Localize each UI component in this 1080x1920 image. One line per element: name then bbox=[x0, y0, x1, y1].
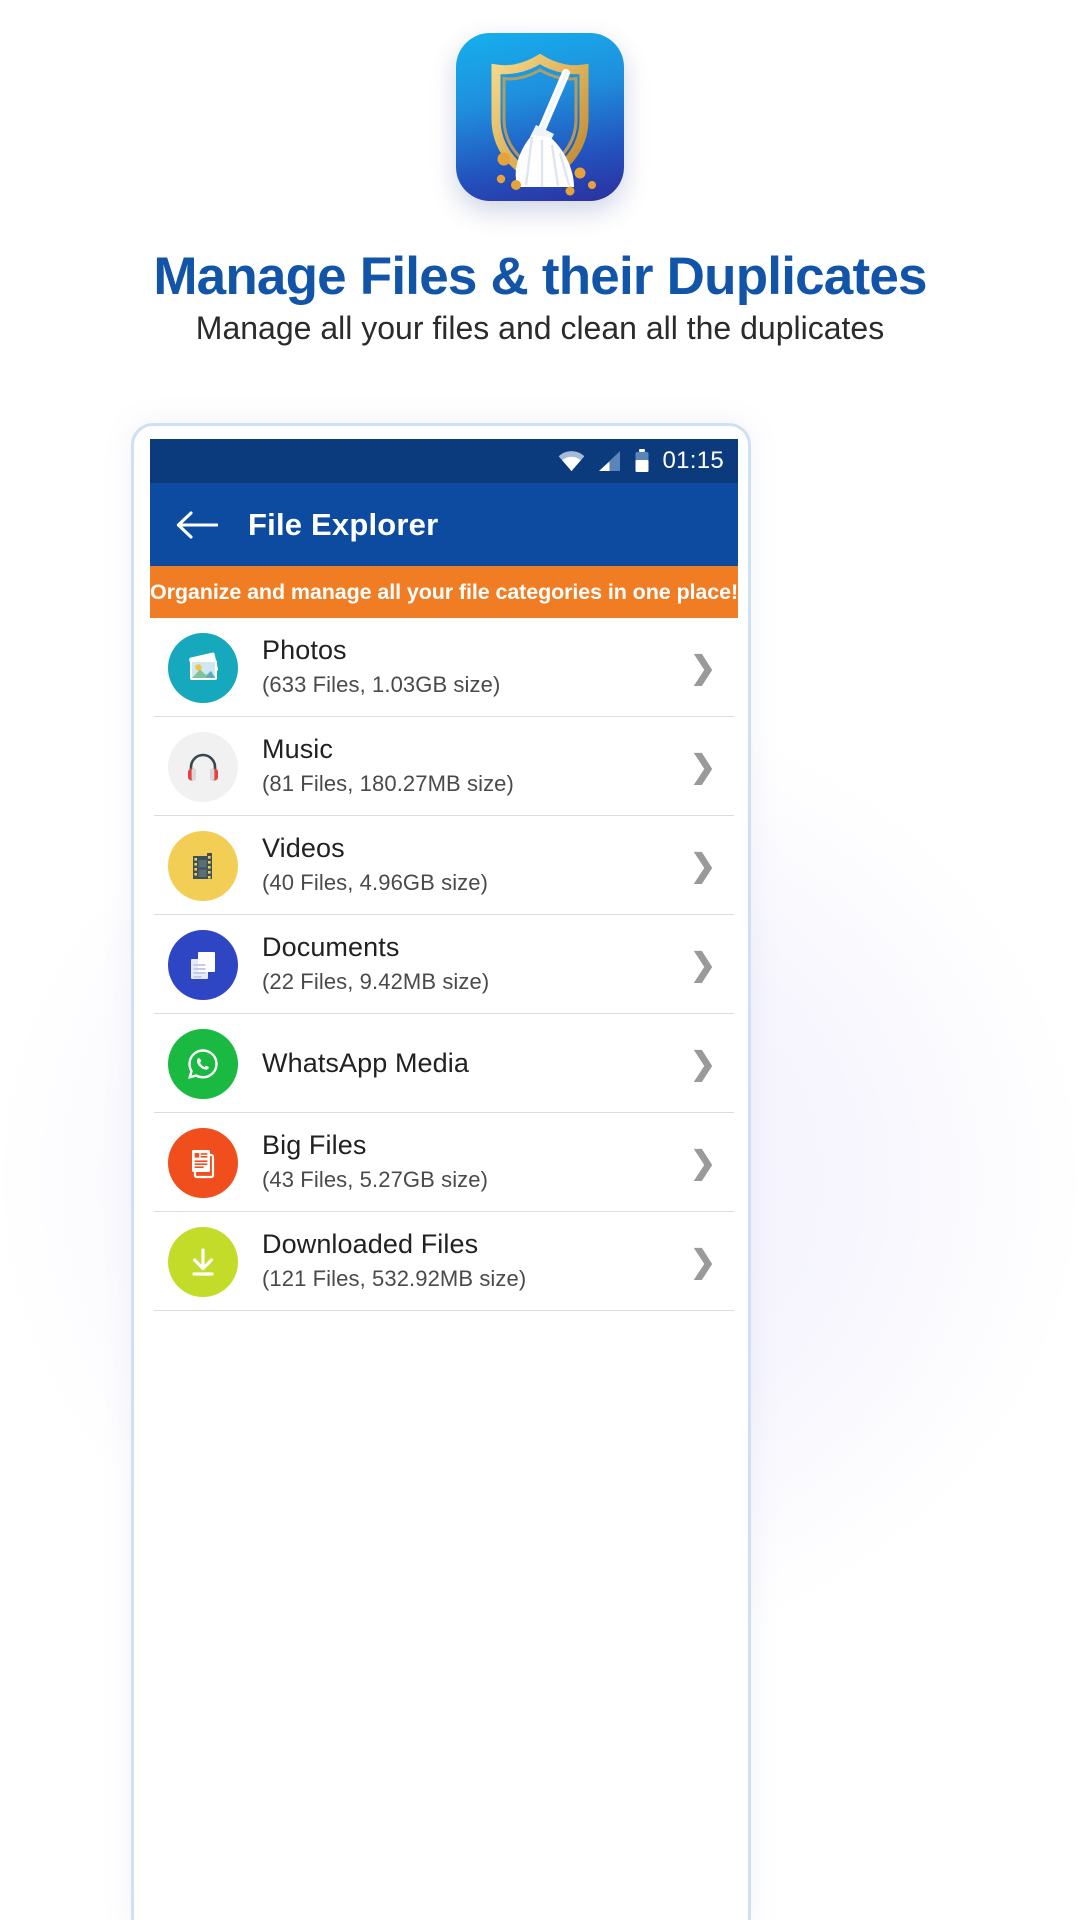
list-item-subtitle: (40 Files, 4.96GB size) bbox=[262, 870, 489, 896]
status-bar-clock: 01:15 bbox=[662, 447, 724, 474]
chevron-right-icon[interactable]: ❯ bbox=[690, 949, 716, 980]
app-bar: File Explorer bbox=[150, 483, 738, 566]
wifi-icon bbox=[559, 451, 585, 471]
whatsapp-icon bbox=[168, 1028, 238, 1099]
phone-mockup: 01:15 File Explorer Organize and manage … bbox=[131, 423, 751, 1920]
chevron-right-icon[interactable]: ❯ bbox=[690, 652, 716, 683]
list-item-music[interactable]: Music (81 Files, 180.27MB size) ❯ bbox=[150, 717, 738, 816]
phone-screen: 01:15 File Explorer Organize and manage … bbox=[150, 439, 738, 1920]
list-item-title: Videos bbox=[262, 833, 345, 864]
page-title: Manage Files & their Duplicates bbox=[153, 247, 927, 306]
chevron-right-icon[interactable]: ❯ bbox=[690, 751, 716, 782]
list-item-title: Big Files bbox=[262, 1130, 367, 1161]
chevron-right-icon[interactable]: ❯ bbox=[690, 850, 716, 881]
page-subtitle: Manage all your files and clean all the … bbox=[195, 310, 885, 346]
headphones-icon bbox=[168, 731, 238, 802]
list-item-text: WhatsApp Media bbox=[262, 1047, 690, 1079]
list-item-subtitle: (121 Files, 532.92MB size) bbox=[262, 1266, 527, 1292]
documents-icon bbox=[168, 929, 238, 1000]
list-item-text: Videos (40 Files, 4.96GB size) bbox=[262, 833, 690, 898]
list-item-big-files[interactable]: Big Files (43 Files, 5.27GB size) ❯ bbox=[150, 1113, 738, 1212]
list-item-title: Photos bbox=[262, 635, 347, 666]
back-arrow-icon[interactable] bbox=[176, 510, 218, 540]
list-item-photos[interactable]: Photos (633 Files, 1.03GB size) ❯ bbox=[150, 618, 738, 717]
list-item-title: WhatsApp Media bbox=[262, 1047, 469, 1078]
chevron-right-icon[interactable]: ❯ bbox=[690, 1147, 716, 1178]
list-item-text: Music (81 Files, 180.27MB size) bbox=[262, 734, 690, 799]
file-category-list: Photos (633 Files, 1.03GB size) ❯ Music … bbox=[150, 618, 738, 1311]
app-bar-title: File Explorer bbox=[248, 506, 439, 542]
list-item-videos[interactable]: Videos (40 Files, 4.96GB size) ❯ bbox=[150, 816, 738, 915]
list-item-title: Documents bbox=[262, 932, 400, 963]
list-item-text: Documents (22 Files, 9.42MB size) bbox=[262, 932, 690, 997]
app-icon-shield-broom-icon bbox=[456, 33, 624, 201]
list-item-subtitle: (22 Files, 9.42MB size) bbox=[262, 969, 490, 995]
list-item-subtitle: (43 Files, 5.27GB size) bbox=[262, 1167, 489, 1193]
chevron-right-icon[interactable]: ❯ bbox=[690, 1246, 716, 1277]
list-item-text: Downloaded Files (121 Files, 532.92MB si… bbox=[262, 1229, 690, 1294]
big-files-icon bbox=[168, 1127, 238, 1198]
list-item-whatsapp-media[interactable]: WhatsApp Media ❯ bbox=[150, 1014, 738, 1113]
promo-banner: Organize and manage all your file catego… bbox=[150, 566, 738, 618]
list-item-downloaded-files[interactable]: Downloaded Files (121 Files, 532.92MB si… bbox=[150, 1212, 738, 1311]
list-item-text: Big Files (43 Files, 5.27GB size) bbox=[262, 1130, 690, 1195]
list-item-documents[interactable]: Documents (22 Files, 9.42MB size) ❯ bbox=[150, 915, 738, 1014]
list-item-subtitle: (81 Files, 180.27MB size) bbox=[262, 771, 514, 797]
promo-screenshot: Manage Files & their Duplicates Manage a… bbox=[0, 0, 1080, 1920]
download-icon bbox=[168, 1226, 238, 1297]
status-bar: 01:15 bbox=[150, 439, 738, 483]
signal-icon bbox=[599, 451, 621, 471]
list-item-subtitle: (633 Files, 1.03GB size) bbox=[262, 672, 501, 698]
chevron-right-icon[interactable]: ❯ bbox=[690, 1048, 716, 1079]
filmstrip-icon bbox=[168, 830, 238, 901]
list-item-title: Music bbox=[262, 734, 334, 765]
app-icon-container bbox=[456, 33, 624, 201]
battery-icon bbox=[635, 449, 649, 472]
photos-icon bbox=[168, 632, 238, 703]
list-item-title: Downloaded Files bbox=[262, 1229, 479, 1260]
list-item-text: Photos (633 Files, 1.03GB size) bbox=[262, 635, 690, 700]
promo-banner-text: Organize and manage all your file catego… bbox=[150, 579, 738, 604]
